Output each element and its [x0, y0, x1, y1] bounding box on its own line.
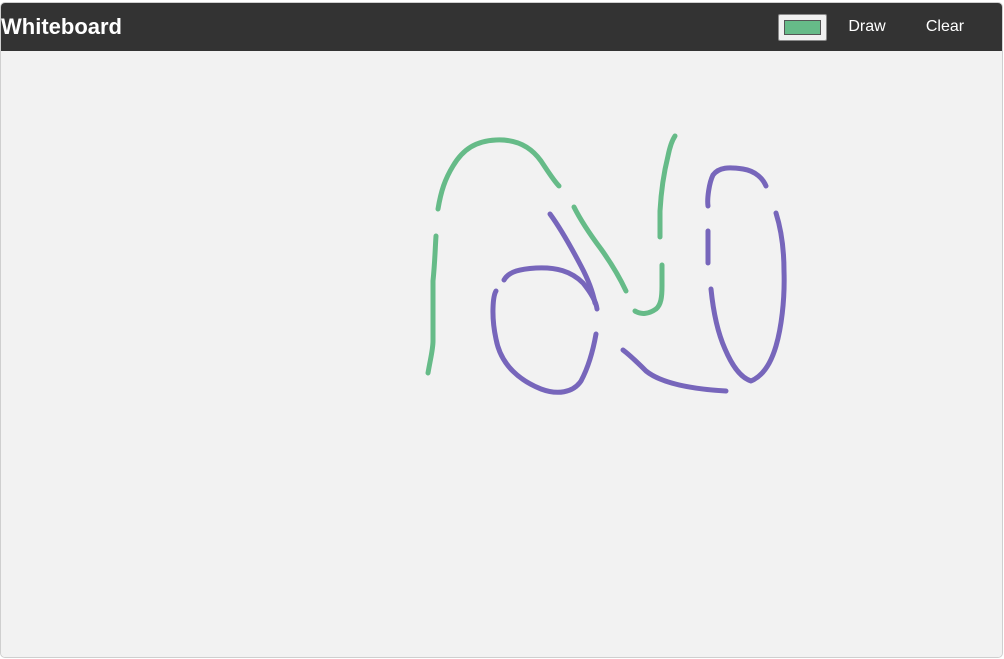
toolbar: Whiteboard Draw Clear — [1, 3, 1002, 51]
whiteboard-app: Whiteboard Draw Clear — [0, 2, 1003, 658]
clear-button[interactable]: Clear — [919, 12, 971, 42]
color-swatch-icon — [784, 20, 821, 35]
purple-stroke-loop — [490, 265, 600, 395]
green-stroke-hook — [632, 133, 678, 316]
drawing-surface[interactable] — [1, 51, 1003, 658]
color-picker[interactable] — [778, 14, 827, 41]
purple-stroke-curve — [620, 347, 729, 394]
app-title: Whiteboard — [1, 14, 122, 39]
drawing-canvas[interactable] — [1, 51, 1003, 658]
purple-stroke-oval — [705, 165, 787, 384]
draw-button[interactable]: Draw — [841, 12, 893, 42]
